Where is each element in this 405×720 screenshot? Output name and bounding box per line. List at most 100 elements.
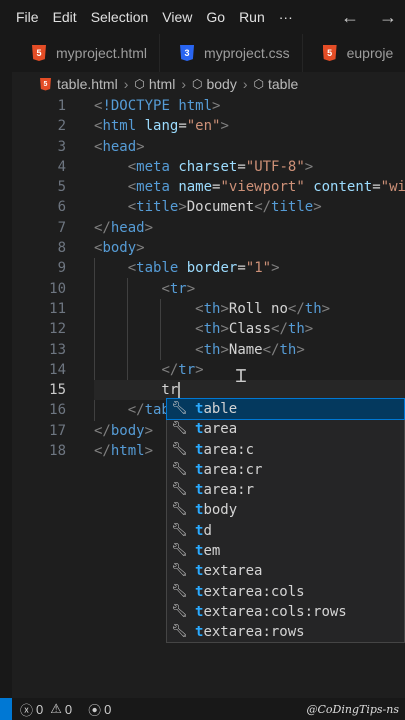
code-line[interactable]: <table border="1"> <box>94 258 405 278</box>
suggestion-rest: area:r <box>203 482 255 499</box>
suggestion-widget[interactable]: 🔧︎ t able 🔧︎ t area 🔧︎ t area:c 🔧︎ t area:cr 🔧︎ t area… <box>166 397 405 643</box>
symbol-icon: ⬡ <box>191 77 203 91</box>
tab-myproject-html[interactable]: 5 myproject.html <box>12 34 161 72</box>
text-cursor-icon: Ɪ <box>236 366 247 386</box>
chevron-right-icon: › <box>123 76 129 92</box>
suggestion-item[interactable]: 🔧︎ t area:c <box>167 440 404 460</box>
menu-go[interactable]: Go <box>199 0 232 34</box>
html5-icon: 5 <box>32 45 46 61</box>
forward-arrow-icon[interactable]: → <box>379 7 397 28</box>
wrench-icon: 🔧︎ <box>171 624 188 640</box>
suggestion-item[interactable]: 🔧︎ t body <box>167 500 404 520</box>
suggestion-match: t <box>195 461 204 478</box>
suggestion-match: t <box>195 563 204 580</box>
problems-status[interactable]: ⓧ 0 ⚠ 0 <box>20 700 72 719</box>
suggestion-item[interactable]: 🔧︎ t extarea:cols:rows <box>167 602 404 622</box>
menu-more[interactable]: ··· <box>272 0 300 34</box>
menu-edit[interactable]: Edit <box>46 0 84 34</box>
code-line[interactable]: <th>Roll no</th> <box>94 299 405 319</box>
suggestion-match: t <box>195 502 204 519</box>
code-line[interactable]: </head> <box>94 218 405 238</box>
caret <box>178 381 181 399</box>
menu-view[interactable]: View <box>155 0 199 34</box>
code-line[interactable]: <th>Name</th> <box>94 340 405 360</box>
suggestion-rest: em <box>203 543 221 560</box>
suggestion-match: t <box>195 421 204 438</box>
tab-myproject-css[interactable]: 3 myproject.css <box>160 34 303 72</box>
suggestion-match: t <box>195 401 204 417</box>
ports-status[interactable]: ⦿ 0 <box>88 700 111 719</box>
warning-count: 0 <box>64 701 73 717</box>
line-number: 14 <box>49 361 66 378</box>
wrench-icon: 🔧︎ <box>171 461 188 477</box>
suggestion-item[interactable]: 🔧︎ t d <box>167 521 404 541</box>
line-number: 9 <box>57 260 66 277</box>
code-line[interactable]: <body> <box>94 238 405 258</box>
line-number: 18 <box>49 443 66 460</box>
suggestion-item[interactable]: 🔧︎ t em <box>167 541 404 561</box>
menu-bar: File Edit Selection View Go Run ··· ← → <box>0 0 405 34</box>
code-line[interactable]: <meta name="viewport" content="wid <box>94 177 405 197</box>
suggestion-item[interactable]: 🔧︎ t extarea:rows <box>167 622 404 642</box>
suggestion-rest: body <box>203 502 238 519</box>
broadcast-icon: ⦿ <box>88 702 102 718</box>
code-line[interactable]: <title>Document</title> <box>94 197 405 217</box>
line-number: 12 <box>49 321 66 338</box>
back-arrow-icon[interactable]: ← <box>341 7 359 28</box>
line-number-gutter: 1 2 3 4 5 6 7 8 9 10 11 12 13 14 15 16 17 18 <box>12 96 78 461</box>
remote-indicator[interactable] <box>0 698 12 720</box>
code-line[interactable]: <tr> <box>94 279 405 299</box>
ports-count: 0 <box>104 701 112 717</box>
line-number: 17 <box>49 422 66 439</box>
code-line[interactable]: <meta charset="UTF-8"> <box>94 157 405 177</box>
breadcrumb-html[interactable]: html <box>149 76 175 92</box>
suggestion-item[interactable]: 🔧︎ t area:r <box>167 480 404 500</box>
line-number: 6 <box>57 199 66 216</box>
symbol-icon: ⬡ <box>134 77 145 91</box>
breadcrumb-body[interactable]: body <box>206 76 236 92</box>
line-number: 15 <box>49 382 66 399</box>
breadcrumb-file[interactable]: table.html <box>57 76 118 92</box>
tab-label: myproject.html <box>56 45 148 61</box>
warning-icon: ⚠ <box>50 701 62 716</box>
line-number: 8 <box>57 240 66 257</box>
suggestion-item[interactable]: 🔧︎ t area <box>167 419 404 439</box>
code-line[interactable]: <!DOCTYPE html> <box>94 96 405 116</box>
code-line[interactable]: <th>Class</th> <box>94 319 405 339</box>
breadcrumb-table[interactable]: table <box>268 76 298 92</box>
code-line[interactable]: <html lang="en"> <box>94 116 405 136</box>
suggestion-match: t <box>195 441 204 458</box>
html5-icon: 5 <box>40 77 51 91</box>
code-line[interactable]: <head> <box>94 137 405 157</box>
menu-run[interactable]: Run <box>232 0 272 34</box>
wrench-icon: 🔧︎ <box>171 603 188 619</box>
tab-euproject[interactable]: 5 euproje <box>303 34 405 72</box>
suggestion-rest: extarea:cols:rows <box>203 603 347 620</box>
line-number: 3 <box>57 138 66 155</box>
status-bar: ⓧ 0 ⚠ 0 ⦿ 0 @CoDingTips-ns <box>0 698 405 720</box>
error-icon: ⓧ <box>20 702 34 718</box>
breadcrumb: 5 table.html › ⬡ html › ⬡ body › ⬡ table <box>12 72 405 96</box>
suggestion-rest: extarea:rows <box>203 624 305 641</box>
suggestion-item[interactable]: 🔧︎ t able <box>166 397 405 421</box>
tab-label: myproject.css <box>204 45 290 61</box>
error-count: 0 <box>36 701 44 717</box>
line-number: 10 <box>49 280 66 297</box>
menu-selection[interactable]: Selection <box>84 0 156 34</box>
suggestion-item[interactable]: 🔧︎ t extarea:cols <box>167 582 404 602</box>
suggestion-item[interactable]: 🔧︎ t area:cr <box>167 460 404 480</box>
suggestion-item[interactable]: 🔧︎ t extarea <box>167 561 404 581</box>
wrench-icon: 🔧︎ <box>171 401 188 416</box>
symbol-icon: ⬡ <box>253 77 264 91</box>
code-line[interactable]: </tr> <box>94 360 405 380</box>
wrench-icon: 🔧︎ <box>171 421 188 437</box>
suggestion-match: t <box>195 522 204 539</box>
line-number: 13 <box>49 341 66 358</box>
line-number: 2 <box>57 118 66 135</box>
line-number: 1 <box>57 98 66 114</box>
wrench-icon: 🔧︎ <box>171 563 188 579</box>
menu-file[interactable]: File <box>0 0 46 34</box>
suggestion-match: t <box>195 543 204 560</box>
wrench-icon: 🔧︎ <box>171 482 188 498</box>
line-number: 5 <box>57 179 66 196</box>
